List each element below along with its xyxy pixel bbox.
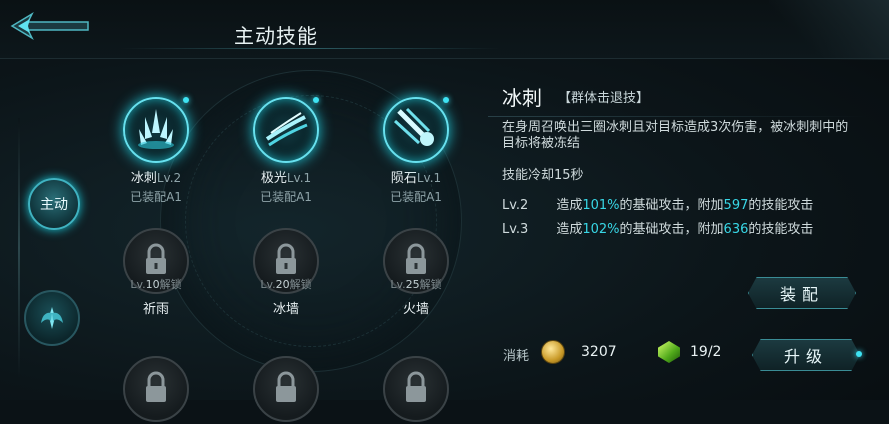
- lock-icon: [383, 356, 449, 422]
- skill-slot-5[interactable]: Lv.20解锁 冰墙: [234, 228, 338, 317]
- skill-slot-9[interactable]: [364, 356, 468, 422]
- skill-name: 冰墙: [272, 302, 299, 317]
- new-indicator-dot: [443, 97, 449, 103]
- lock-icon: [253, 356, 319, 422]
- back-button[interactable]: [8, 10, 92, 42]
- skill-slot-1[interactable]: 冰刺Lv.2 已装配A1: [104, 97, 208, 205]
- level-effect-row: Lv.3 造成102%的基础攻击，附加636的技能攻击: [502, 222, 814, 237]
- aurora-icon: [253, 97, 319, 163]
- new-indicator-dot: [183, 97, 189, 103]
- skill-name: 祈雨: [142, 302, 169, 317]
- gold-coin-icon: [541, 340, 565, 364]
- upgrade-button[interactable]: 升级: [752, 339, 860, 371]
- unlock-requirement: Lv.10解锁: [130, 278, 182, 291]
- detail-description: 在身周召唤出三圈冰刺且对目标造成3次伤害，被冰刺刺中的目标将被冻结: [502, 120, 849, 151]
- skill-status: 已装配A1: [260, 190, 312, 204]
- rail-divider: [18, 118, 20, 378]
- skill-name: 冰刺Lv.2: [130, 171, 182, 186]
- skill-name: 陨石Lv.1: [390, 171, 442, 186]
- meteor-icon: [383, 97, 449, 163]
- skill-slot-6[interactable]: Lv.25解锁 火墙: [364, 228, 468, 317]
- skill-slot-3[interactable]: 陨石Lv.1 已装配A1: [364, 97, 468, 205]
- tab-active-label: 主动: [40, 197, 68, 213]
- detail-divider: [488, 116, 868, 117]
- detail-cooldown: 技能冷却15秒: [502, 168, 584, 183]
- corner-decoration: [769, 0, 889, 60]
- cost-label: 消耗: [503, 349, 530, 364]
- lock-icon: [123, 356, 189, 422]
- wings-icon: [41, 307, 63, 329]
- ice-spike-icon: [123, 97, 189, 163]
- unlock-requirement: Lv.25解锁: [390, 278, 442, 291]
- skill-status: 已装配A1: [130, 190, 182, 204]
- skill-name: 极光Lv.1: [260, 171, 312, 186]
- gold-cost: 3207: [581, 344, 617, 360]
- detail-skill-tag: 【群体击退技】: [558, 91, 650, 106]
- skill-status: 已装配A1: [390, 190, 442, 204]
- skill-slot-8[interactable]: [234, 356, 338, 422]
- skill-slot-7[interactable]: [104, 356, 208, 422]
- unlock-requirement: Lv.20解锁: [260, 278, 312, 291]
- skill-slot-4[interactable]: Lv.10解锁 祈雨: [104, 228, 208, 317]
- page-title: 主动技能: [234, 24, 318, 48]
- level-effect-row: Lv.2 造成101%的基础攻击，附加597的技能攻击: [502, 198, 814, 213]
- top-bar: 主动技能: [0, 0, 889, 60]
- new-indicator-dot: [313, 97, 319, 103]
- equip-button[interactable]: 装配: [748, 277, 856, 309]
- skill-slot-2[interactable]: 极光Lv.1 已装配A1: [234, 97, 338, 205]
- title-divider: [120, 48, 500, 49]
- tab-passive-skills[interactable]: [24, 290, 80, 346]
- detail-skill-name: 冰刺: [502, 86, 542, 110]
- skill-stone-count: 19/2: [690, 344, 722, 360]
- skill-name: 火墙: [402, 302, 429, 317]
- upgrade-indicator-dot: [856, 351, 862, 357]
- tab-active-skills[interactable]: 主动: [28, 178, 80, 230]
